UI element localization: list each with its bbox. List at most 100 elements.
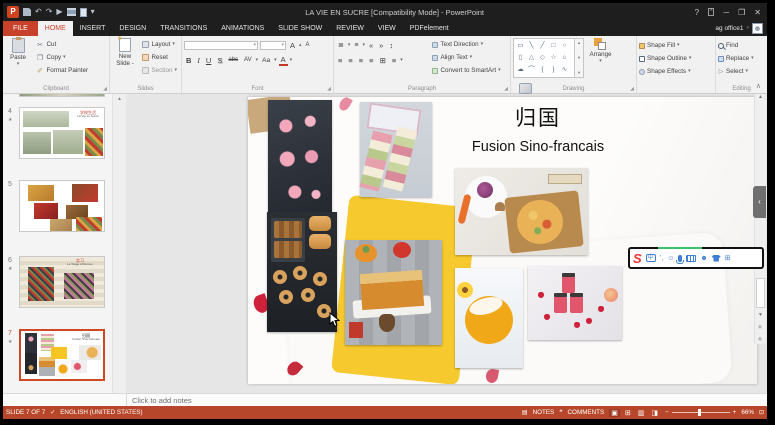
slide-photo-bread-donuts[interactable]: [267, 212, 337, 332]
slideshow-view-button[interactable]: ◨: [649, 409, 660, 417]
shape-brace-right-icon[interactable]: }: [548, 64, 559, 76]
text-shadow-button[interactable]: S: [215, 56, 224, 65]
align-text-button[interactable]: Align Text ▾: [432, 51, 500, 64]
account-menu[interactable]: ag office1 ▾ ☻: [715, 21, 767, 36]
sogou-input-toolbar[interactable]: S 中 ’, ☺ ☻ ⊞: [628, 247, 764, 269]
italic-button[interactable]: I: [195, 56, 202, 65]
chinese-mode-icon[interactable]: 中: [646, 254, 656, 262]
shape-cloud-icon[interactable]: ☁: [515, 64, 526, 76]
font-name-combobox[interactable]: ▾: [184, 41, 258, 50]
font-color-button[interactable]: A: [279, 55, 288, 66]
slide-title-textbox[interactable]: 归国 Fusion Sino-francais: [438, 102, 638, 155]
line-spacing-button[interactable]: ↕: [387, 41, 395, 50]
notes-toggle-icon[interactable]: ▤: [522, 409, 528, 416]
tab-insert[interactable]: INSERT: [73, 21, 113, 36]
layout-button[interactable]: Layout ▾: [142, 38, 177, 51]
change-case-button[interactable]: Aa: [260, 57, 272, 64]
convert-smartart-button[interactable]: Convert to SmartArt ▾: [432, 64, 500, 77]
shapes-gallery[interactable]: ▭ ╲ ╱ □ ○ ▯ △ ◇ ☆ ⌂ ☁ ⌒ { } ∿: [513, 38, 575, 78]
thumbnail-slide-5[interactable]: 5: [19, 180, 105, 232]
paragraph-dialog-launcher[interactable]: ◢: [504, 86, 508, 92]
slide-photo-macarons[interactable]: [360, 102, 432, 197]
font-dialog-launcher[interactable]: ◢: [327, 86, 331, 92]
zoom-out-button[interactable]: −: [665, 409, 669, 416]
print-preview-icon[interactable]: [80, 8, 87, 17]
restore-button[interactable]: ❐: [738, 8, 745, 17]
tab-design[interactable]: DESIGN: [112, 21, 153, 36]
scroll-down-icon[interactable]: ▼: [755, 312, 766, 318]
columns-button[interactable]: ≡: [390, 56, 398, 65]
tab-transitions[interactable]: TRANSITIONS: [153, 21, 214, 36]
language-indicator[interactable]: ENGLISH (UNITED STATES): [60, 409, 142, 416]
numbering-button[interactable]: ≡: [352, 42, 360, 49]
scroll-up-icon[interactable]: ▲: [758, 94, 763, 100]
scroll-up-icon[interactable]: ▴: [578, 40, 580, 46]
notes-pane[interactable]: Click to add notes: [3, 393, 767, 406]
shape-arrow-icon[interactable]: ╱: [537, 40, 548, 52]
save-icon[interactable]: [23, 8, 31, 16]
find-button[interactable]: Find: [718, 39, 754, 52]
select-button[interactable]: ▷ Select ▾: [718, 65, 754, 78]
decrease-indent-button[interactable]: «: [367, 41, 375, 50]
replace-button[interactable]: Replace ▾: [718, 52, 754, 65]
tab-review[interactable]: REVIEW: [329, 21, 371, 36]
fit-slide-to-window-button[interactable]: ⊡: [759, 409, 764, 416]
shape-curve-icon[interactable]: ∿: [559, 64, 570, 76]
slide-canvas[interactable]: 归国 Fusion Sino-francais: [248, 97, 757, 384]
emoji-icon[interactable]: ☺: [667, 255, 674, 262]
shape-rounded-rect-icon[interactable]: ▯: [515, 52, 526, 64]
zoom-level[interactable]: 66%: [741, 409, 754, 416]
help-button[interactable]: ?: [695, 8, 699, 17]
previous-slide-button[interactable]: ≛: [754, 324, 766, 332]
paste-button[interactable]: Paste ▾: [5, 38, 31, 83]
soft-keyboard-icon[interactable]: [686, 255, 696, 262]
reset-button[interactable]: Reset: [142, 51, 177, 64]
shape-outline-button[interactable]: Shape Outline ▾: [639, 52, 691, 65]
notes-placeholder[interactable]: Click to add notes: [132, 396, 192, 405]
shape-effects-button[interactable]: Shape Effects ▾: [639, 65, 691, 78]
shape-arc-icon[interactable]: ⌒: [526, 64, 537, 76]
new-slide-button[interactable]: New Slide -: [112, 38, 138, 83]
vertical-scrollbar[interactable]: ▲ ▼: [754, 94, 766, 344]
tab-slideshow[interactable]: SLIDE SHOW: [271, 21, 329, 36]
text-direction-button[interactable]: Text Direction ▾: [432, 38, 500, 51]
ribbon-display-options-button[interactable]: ^: [708, 8, 714, 16]
shape-brace-left-icon[interactable]: {: [537, 64, 548, 76]
slide-sorter-view-button[interactable]: ⊞: [623, 409, 633, 417]
comments-toggle-icon[interactable]: ❝: [559, 409, 562, 416]
normal-view-button[interactable]: ▣: [609, 409, 620, 417]
punctuation-icon[interactable]: ’,: [660, 255, 664, 262]
minimize-button[interactable]: ─: [723, 8, 729, 17]
close-button[interactable]: ✕: [754, 8, 761, 17]
clipboard-dialog-launcher[interactable]: ◢: [103, 86, 107, 92]
align-center-button[interactable]: ≡: [346, 56, 354, 65]
character-spacing-button[interactable]: AV: [242, 57, 254, 63]
notes-toggle[interactable]: NOTES: [533, 409, 555, 416]
collapsed-panel-handle[interactable]: ‹: [753, 186, 766, 218]
slide-photo-pumpkin-cake[interactable]: [345, 240, 442, 345]
tab-home[interactable]: HOME: [38, 21, 73, 36]
reading-view-button[interactable]: ▥: [636, 409, 647, 417]
justify-button[interactable]: ≡: [367, 56, 375, 65]
thumbnail-slide-4[interactable]: 4 ★ 学校生活 La Vie en Sucre: [19, 107, 105, 159]
tab-animations[interactable]: ANIMATIONS: [214, 21, 271, 36]
collapse-ribbon-button[interactable]: ∧: [756, 82, 761, 90]
increase-indent-button[interactable]: »: [377, 41, 385, 50]
sogou-logo-icon[interactable]: S: [633, 251, 642, 266]
shape-star-icon[interactable]: ☆: [548, 52, 559, 64]
slide-photo-vegetables-pizza[interactable]: [455, 168, 588, 255]
format-painter-button[interactable]: ✐ Format Painter: [35, 64, 88, 77]
shape-square-icon[interactable]: □: [548, 40, 559, 52]
align-left-button[interactable]: ≡: [336, 56, 344, 65]
drawing-dialog-launcher[interactable]: ◢: [630, 86, 634, 92]
thumbnail-panel-scrollbar[interactable]: ▲: [112, 94, 126, 393]
font-size-combobox[interactable]: ▾: [260, 41, 286, 50]
zoom-slider[interactable]: − +: [665, 409, 736, 416]
comments-toggle[interactable]: COMMENTS: [568, 409, 605, 416]
avatar[interactable]: ☻: [752, 23, 763, 34]
underline-button[interactable]: U: [204, 56, 213, 65]
shape-fill-button[interactable]: Shape Fill ▾: [639, 39, 691, 52]
arrange-button[interactable]: Arrange ▾: [588, 38, 612, 83]
align-right-button[interactable]: ≡: [357, 56, 365, 65]
shape-triangle-icon[interactable]: △: [526, 52, 537, 64]
